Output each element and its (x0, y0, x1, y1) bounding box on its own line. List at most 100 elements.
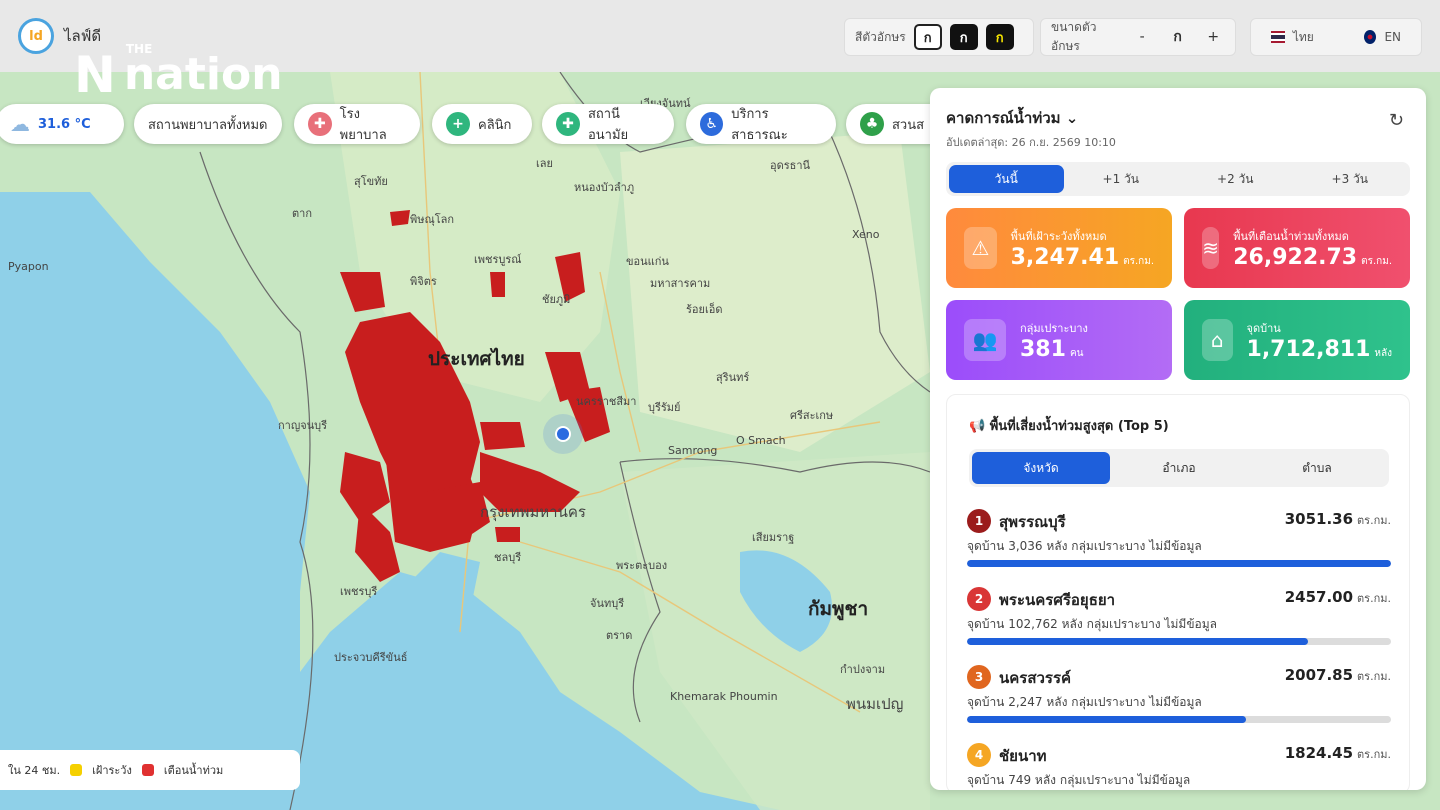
map-label: พิจิตร (410, 275, 437, 288)
row-meta: จุดบ้าน 3,036 หลัง กลุ่มเปราะบาง ไม่มีข้… (967, 539, 1202, 553)
area-unit: ตร.กม. (1357, 670, 1391, 683)
font-size-label: ขนาดตัวอักษร (1051, 20, 1097, 53)
font-color-group: สีตัวอักษร ก ก ก (844, 18, 1034, 56)
area-level-tabs: จังหวัด อำเภอ ตำบล (969, 449, 1389, 487)
progress-bar (967, 638, 1391, 645)
tab-plus-2-days[interactable]: +2 วัน (1178, 165, 1293, 193)
progress-bar (967, 560, 1391, 567)
map-label: Pyapon (8, 260, 49, 273)
map-label: เลย (536, 157, 553, 170)
map-label: พิษณุโลก (410, 213, 455, 226)
legend-watch: เฝ้าระวัง (92, 764, 132, 777)
progress-fill (967, 560, 1391, 567)
thai-flag-icon (1271, 31, 1285, 43)
stat-unit: ตร.กม. (1361, 255, 1392, 267)
filter-all-facilities[interactable]: สถานพยาบาลทั้งหมด (134, 104, 282, 144)
stat-value: 381 (1020, 336, 1066, 362)
stat-label: จุดบ้าน (1246, 321, 1281, 335)
list-item[interactable]: 3 นครสวรรค์ 2007.85 ตร.กม. จุดบ้าน 2,247 … (967, 663, 1391, 733)
panel-title[interactable]: คาดการณ์น้ำท่วม ⌄ (946, 106, 1078, 130)
top5-risk-areas: 📢 พื้นที่เสี่ยงน้ำท่วมสูงสุด (Top 5) จัง… (946, 394, 1410, 790)
filter-public-service[interactable]: ♿ บริการสาธารณะ (686, 104, 836, 144)
filter-label: สวนส (892, 117, 925, 133)
map-label: ศรีสะเกษ (790, 409, 834, 422)
map-label: ร้อยเอ็ด (686, 303, 723, 316)
app-logo[interactable]: ld (18, 18, 54, 54)
last-updated: อัปเดตล่าสุด: 26 ก.ย. 2569 10:10 (946, 136, 1116, 149)
area-unit: ตร.กม. (1357, 514, 1391, 527)
font-size-current: ก (1173, 29, 1182, 45)
map-label: จันทบุรี (590, 597, 625, 610)
filter-label: สถานีอนามัย (587, 107, 629, 143)
map-label: ขอนแก่น (626, 255, 669, 268)
the-nation-watermark: N THE nation (74, 43, 283, 104)
map-label: อุดรธานี (770, 159, 811, 172)
map-label: เพชรบุรี (340, 585, 378, 598)
park-icon: ♣ (860, 112, 884, 136)
map-label: กำปงจาม (840, 663, 886, 676)
stat-value: 26,922.73 (1233, 244, 1358, 270)
filter-clinic[interactable]: + คลินิก (432, 104, 532, 144)
tab-province[interactable]: จังหวัด (972, 452, 1110, 484)
stat-houses: ⌂ จุดบ้าน 1,712,811 หลัง (1184, 300, 1410, 380)
list-item[interactable]: 4 ชัยนาท 1824.45 ตร.กม. จุดบ้าน 749 หลัง … (967, 741, 1391, 790)
watermark-word: nation (123, 49, 283, 100)
uk-flag-icon (1364, 30, 1377, 44)
tab-district[interactable]: อำเภอ (1110, 452, 1248, 484)
lang-en-button[interactable]: EN (1384, 30, 1401, 44)
font-color-dark-button[interactable]: ก (949, 24, 978, 50)
map-legend: ใน 24 ชม. เฝ้าระวัง เตือนน้ำท่วม (0, 750, 300, 790)
font-color-contrast-button[interactable]: ก (985, 24, 1014, 50)
tab-subdistrict[interactable]: ตำบล (1248, 452, 1386, 484)
map-label: Xeno (852, 228, 880, 241)
map-label: พระตะบอง (616, 559, 668, 572)
row-meta: จุดบ้าน 2,247 หลัง กลุ่มเปราะบาง ไม่มีข้… (967, 695, 1202, 709)
map-label: สุรินทร์ (716, 371, 750, 384)
filter-health-station[interactable]: ✚ สถานีอนามัย (542, 104, 674, 144)
people-icon: 👥 (964, 319, 1006, 361)
tab-plus-3-days[interactable]: +3 วัน (1293, 165, 1408, 193)
font-color-label: สีตัวอักษร (855, 29, 906, 44)
map-label-thailand: ประเทศไทย (428, 348, 525, 370)
row-meta: จุดบ้าน 102,762 หลัง กลุ่มเปราะบาง ไม่มี… (967, 617, 1218, 631)
lang-th-button[interactable]: ไทย (1293, 28, 1314, 47)
house-icon: ⌂ (1202, 319, 1233, 361)
app-name: ไลฟ์ดี (64, 27, 102, 45)
filter-label: สถานพยาบาลทั้งหมด (148, 117, 268, 133)
map-label: ชัยภูมิ (542, 293, 571, 306)
area-value: 3051.36 (1284, 510, 1354, 528)
progress-fill (967, 716, 1246, 723)
tab-plus-1-day[interactable]: +1 วัน (1064, 165, 1179, 193)
list-item[interactable]: 2 พระนครศรีอยุธยา 2457.00 ตร.กม. จุดบ้าน … (967, 585, 1391, 655)
progress-fill (967, 638, 1309, 645)
stat-watch-area: ⚠ พื้นที่เฝ้าระวังทั้งหมด 3,247.41 ตร.กม. (946, 208, 1172, 288)
flood-forecast-panel: คาดการณ์น้ำท่วม ⌄ อัปเดตล่าสุด: 26 ก.ย. … (930, 88, 1426, 790)
font-color-default-button[interactable]: ก (913, 24, 942, 50)
weather-widget[interactable]: ☁ 31.6 °C (0, 104, 124, 144)
province-name: ชัยนาท (999, 747, 1047, 765)
rank-badge: 3 (967, 665, 991, 689)
stat-warn-area: ≋ พื้นที่เตือนน้ำท่วมทั้งหมด 26,922.73 ตร… (1184, 208, 1410, 288)
stat-unit: หลัง (1374, 347, 1392, 359)
font-size-decrease-button[interactable]: - (1130, 24, 1154, 50)
health-station-icon: ✚ (556, 112, 580, 136)
map-label-cambodia: กัมพูชา (808, 598, 869, 620)
font-size-increase-button[interactable]: + (1201, 24, 1225, 50)
nation-logo-icon: N (74, 46, 116, 104)
temperature: 31.6 °C (38, 116, 91, 132)
map-label: นครราชสีมา (576, 395, 637, 408)
stat-value: 3,247.41 (1010, 244, 1120, 270)
map-label: เสียมราฐ (752, 531, 795, 544)
stat-label: พื้นที่เฝ้าระวังทั้งหมด (1010, 229, 1107, 243)
list-item[interactable]: 1 สุพรรณบุรี 3051.36 ตร.กม. จุดบ้าน 3,036… (967, 507, 1391, 577)
refresh-icon[interactable]: ↻ (1389, 110, 1404, 131)
tab-today[interactable]: วันนี้ (949, 165, 1064, 193)
area-unit: ตร.กม. (1357, 748, 1391, 761)
stat-label: พื้นที่เตือนน้ำท่วมทั้งหมด (1233, 229, 1349, 243)
map-label: เพชรบูรณ์ (474, 253, 522, 266)
map-label-phnom-penh: พนมเปญ (846, 695, 904, 713)
progress-bar (967, 716, 1391, 723)
province-name: นครสวรรค์ (999, 669, 1072, 687)
warning-icon: ⚠ (964, 227, 997, 269)
filter-hospital[interactable]: ✚ โรงพยาบาล (294, 104, 420, 144)
